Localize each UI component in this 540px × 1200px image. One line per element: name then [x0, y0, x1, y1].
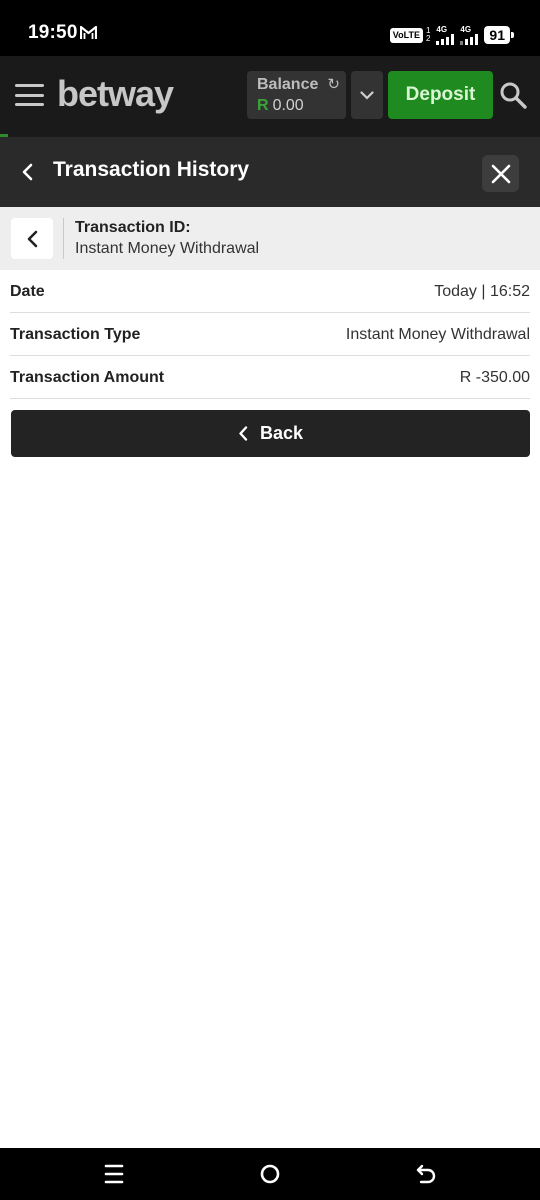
chevron-left-icon	[22, 163, 33, 181]
subheader-divider	[63, 218, 64, 259]
betway-logo[interactable]: betway	[57, 73, 174, 115]
signal-bars-icon	[436, 33, 455, 45]
close-button[interactable]	[482, 155, 519, 192]
status-time: 19:50	[28, 22, 78, 43]
transaction-details: Date Today | 16:52 Transaction Type Inst…	[10, 270, 530, 399]
detail-row-amount: Transaction Amount R -350.00	[10, 356, 530, 399]
page-title: Transaction History	[53, 158, 250, 181]
sim-numbers: 1 2	[425, 26, 431, 43]
transaction-subheader: Transaction ID: Instant Money Withdrawal	[0, 207, 540, 270]
detail-row-date: Date Today | 16:52	[10, 270, 530, 313]
detail-row-type: Transaction Type Instant Money Withdrawa…	[10, 313, 530, 356]
balance-label: Balance	[257, 76, 319, 93]
volte-badge: VoLTE	[389, 27, 423, 43]
detail-label: Transaction Amount	[10, 368, 165, 386]
title-back-button[interactable]	[14, 157, 40, 187]
status-indicators: VoLTE 1 2 4G 4G 91	[389, 24, 514, 46]
menu-icon[interactable]	[15, 84, 44, 106]
recent-apps-icon[interactable]	[101, 1162, 127, 1186]
title-bar: Transaction History	[0, 137, 540, 207]
balance-dropdown-button[interactable]	[351, 71, 383, 119]
detail-value: Instant Money Withdrawal	[345, 325, 530, 343]
detail-value: R -350.00	[459, 368, 530, 386]
signal-sim1: 4G	[436, 24, 455, 45]
transaction-id-value: Instant Money Withdrawal	[75, 240, 260, 257]
close-icon	[491, 164, 510, 183]
signal-sim2: 4G	[460, 24, 479, 45]
back-button[interactable]: Back	[11, 410, 530, 457]
detail-label: Date	[10, 282, 45, 300]
currency-symbol: R	[257, 97, 269, 114]
transaction-id-label: Transaction ID:	[75, 219, 191, 236]
search-icon[interactable]	[498, 80, 528, 110]
detail-value: Today | 16:52	[434, 282, 530, 300]
detail-label: Transaction Type	[10, 325, 141, 343]
status-bar: 19:50 VoLTE 1 2 4G 4G 91	[0, 0, 540, 56]
chevron-left-icon	[239, 426, 248, 441]
refresh-icon[interactable]: ↻	[327, 75, 340, 93]
network-type-1: 4G	[436, 24, 448, 34]
mail-icon	[80, 25, 97, 39]
chevron-down-icon	[360, 90, 374, 100]
balance-widget[interactable]: Balance ↻ R 0.00	[247, 71, 346, 119]
app-header: betway Balance ↻ R 0.00 Deposit	[0, 56, 540, 134]
network-type-2: 4G	[460, 24, 472, 34]
balance-amount: 0.00	[272, 97, 304, 114]
signal-bars-icon	[460, 33, 479, 45]
subheader-back-button[interactable]	[11, 218, 53, 259]
balance-value: R 0.00	[257, 97, 304, 115]
home-icon[interactable]	[257, 1162, 283, 1186]
back-button-label: Back	[259, 423, 304, 443]
back-nav-icon[interactable]	[413, 1162, 439, 1186]
battery-indicator: 91	[484, 26, 514, 44]
deposit-button[interactable]: Deposit	[388, 71, 493, 119]
system-nav-bar	[0, 1148, 540, 1200]
chevron-left-icon	[27, 230, 38, 247]
